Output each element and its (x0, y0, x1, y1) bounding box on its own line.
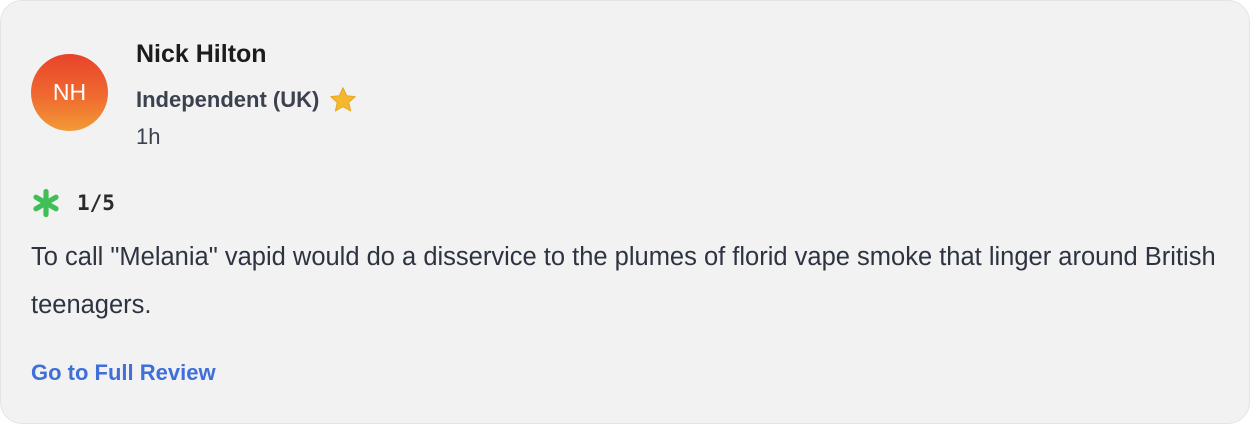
timestamp: 1h (136, 124, 161, 149)
full-review-link[interactable]: Go to Full Review (31, 360, 216, 386)
avatar[interactable]: NH (31, 54, 108, 131)
author-name[interactable]: Nick Hilton (136, 40, 267, 69)
review-quote: To call "Melania" vapid would do a disse… (31, 243, 1216, 319)
score-row: 1/5 (31, 187, 115, 219)
review-card: NH Nick Hilton Independent (UK) 1h 1/5 T… (0, 0, 1250, 424)
review-score: 1/5 (77, 191, 115, 215)
fresh-splat-icon (31, 188, 61, 218)
publication-name[interactable]: Independent (UK) (136, 87, 319, 113)
star-icon (328, 85, 358, 115)
publication-row: Independent (UK) (136, 85, 358, 115)
avatar-initials: NH (52, 79, 87, 105)
